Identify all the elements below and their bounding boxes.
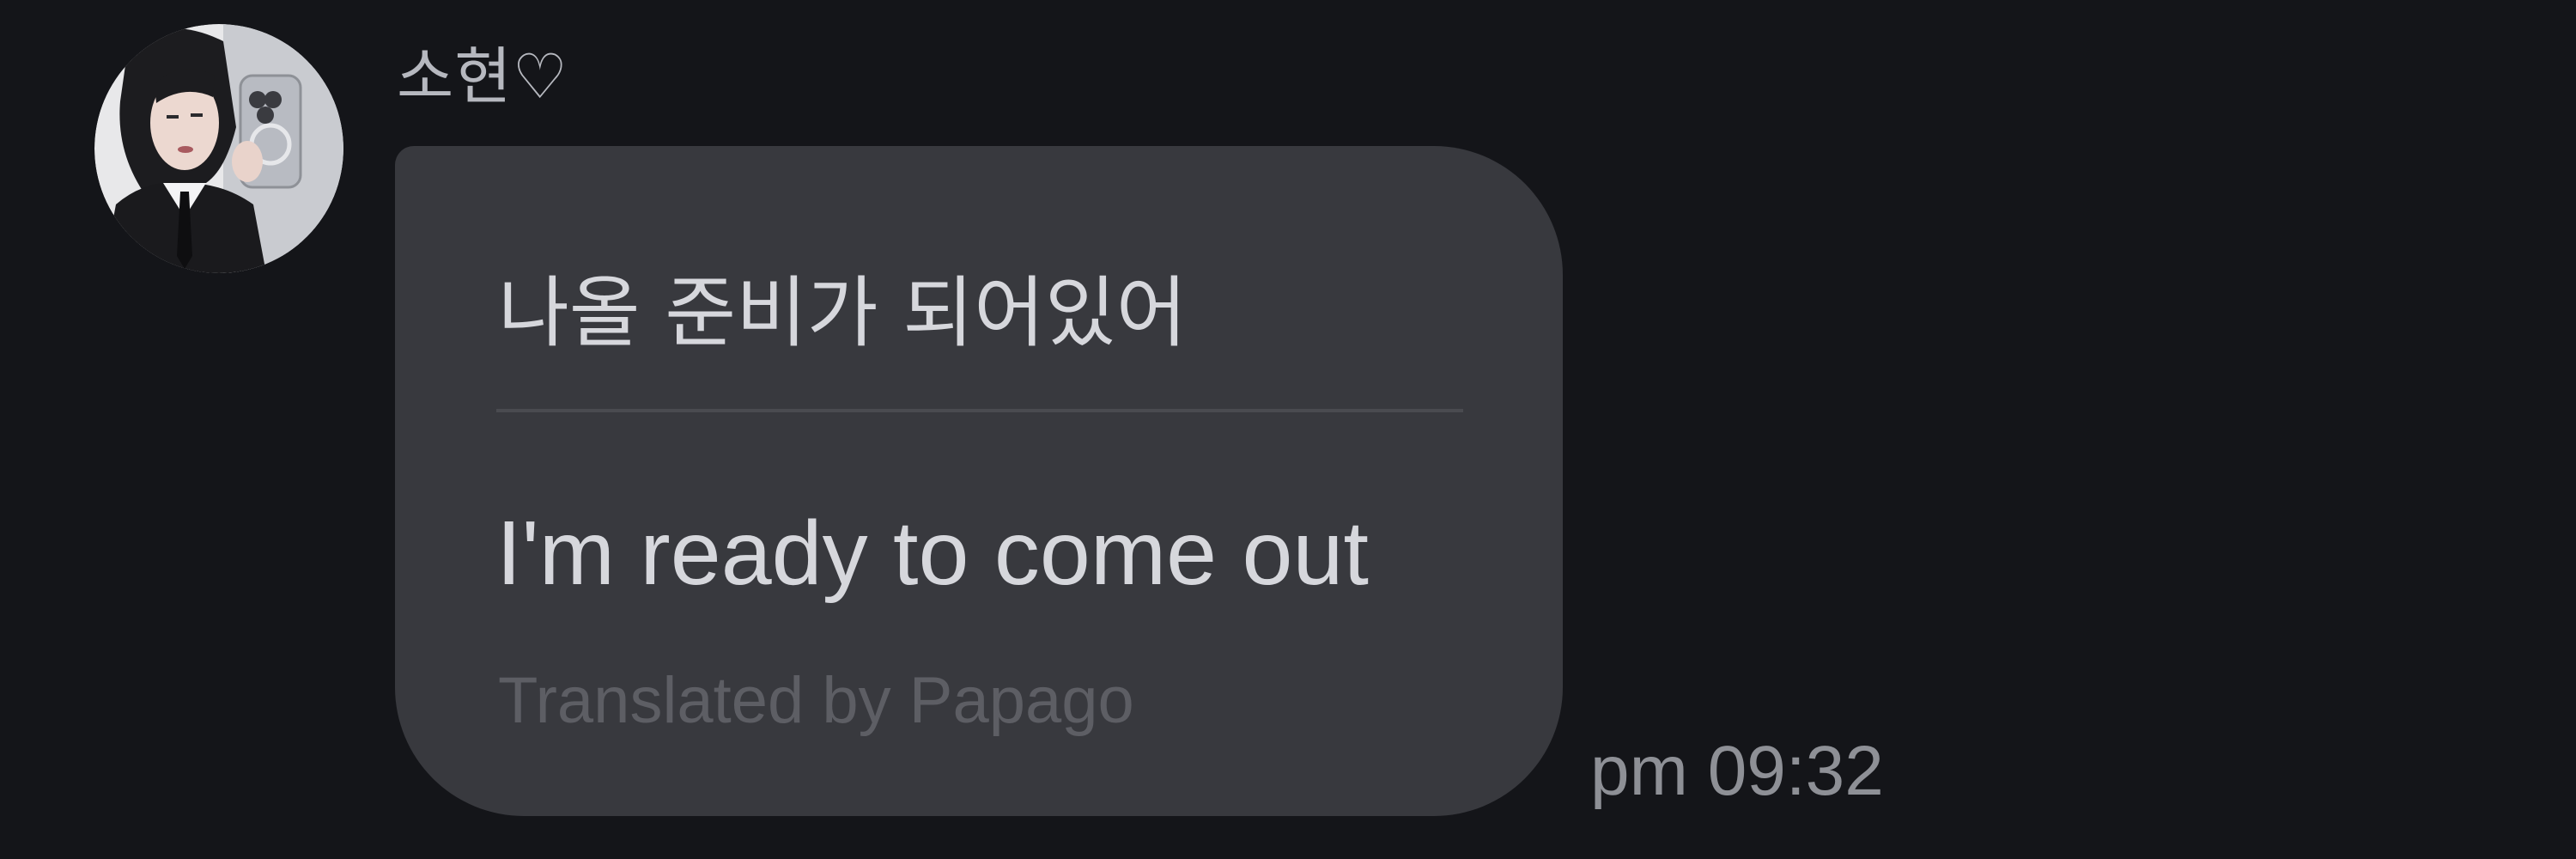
sender-name: 소현♡ xyxy=(397,40,569,113)
message-timestamp: pm 09:32 xyxy=(1590,732,1884,810)
message-bubble[interactable]: 나올 준비가 되어있어 I'm ready to come out Transl… xyxy=(395,146,1563,816)
translation-divider xyxy=(496,409,1463,412)
translation-credit: Translated by Papago xyxy=(498,664,1134,737)
sender-avatar[interactable] xyxy=(94,24,343,273)
chat-screen: 소현♡ 나올 준비가 되어있어 I'm ready to come out Tr… xyxy=(0,0,2576,859)
profile-photo-icon xyxy=(94,24,343,273)
translated-message-text: I'm ready to come out xyxy=(496,503,1369,604)
original-message-text: 나올 준비가 되어있어 xyxy=(498,268,1188,358)
